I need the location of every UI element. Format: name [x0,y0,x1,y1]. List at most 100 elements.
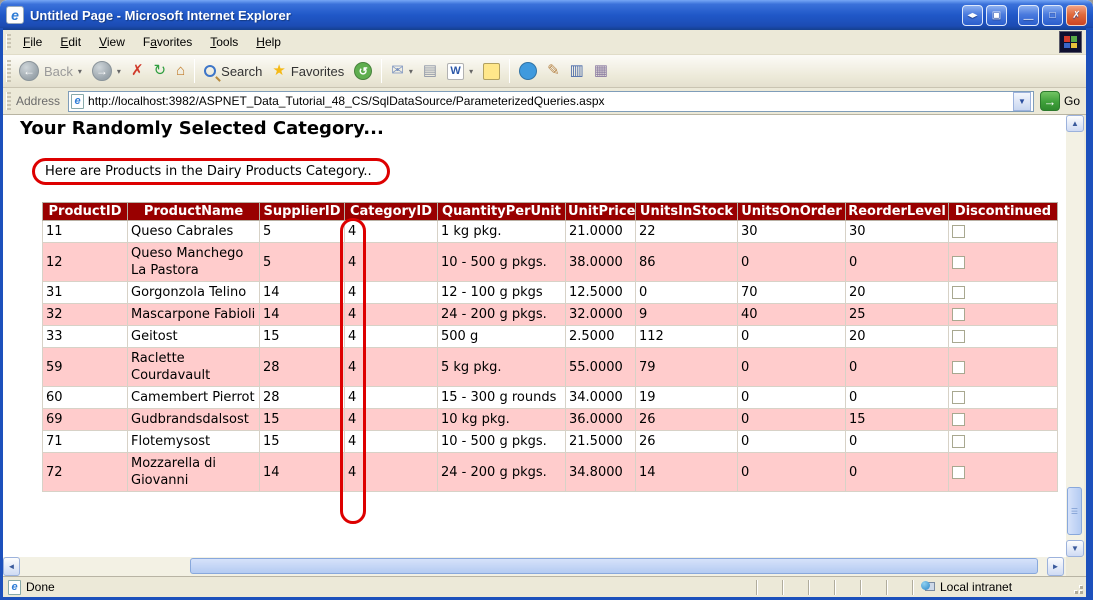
vertical-scroll-thumb[interactable]: ☰ [1067,487,1082,535]
refresh-icon: ↻ [154,63,167,79]
refresh-button[interactable]: ↻ [149,60,172,82]
column-header-unitprice: UnitPrice [566,203,636,221]
horizontal-scrollbar[interactable]: ◄ ► [3,557,1066,576]
table-cell: 21.5000 [566,431,636,453]
table-cell: 1 kg pkg. [438,221,566,243]
table-cell: 0 [738,326,846,348]
table-cell: 20 [846,282,949,304]
scroll-right-button[interactable]: ► [1047,557,1064,576]
discontinued-checkbox[interactable] [952,308,965,321]
table-cell: 14 [260,304,345,326]
discontinued-checkbox[interactable] [952,466,965,479]
stop-button[interactable]: ✗ [126,60,149,82]
address-bar: Address e http://localhost:3982/ASPNET_D… [3,88,1086,115]
close-button[interactable]: ✗ [1066,5,1087,26]
back-dropdown-icon[interactable]: ▾ [78,67,82,76]
category-label: Here are Products in the Dairy Products … [32,158,390,185]
mail-dropdown-icon[interactable]: ▾ [409,67,413,76]
minimize-button[interactable]: — [1018,5,1039,26]
table-cell: 19 [636,387,738,409]
table-cell: Mozzarella di Giovanni [128,453,260,492]
forward-dropdown-icon[interactable]: ▾ [117,67,121,76]
scroll-down-button[interactable]: ▼ [1066,540,1084,557]
search-button[interactable]: Search [199,61,267,82]
table-cell: 9 [636,304,738,326]
windows-throbber-icon [1059,31,1082,53]
menu-edit[interactable]: Edit [51,31,90,53]
popout-button[interactable]: ▣ [986,5,1007,26]
products-table: ProductIDProductNameSupplierIDCategoryID… [42,202,1058,492]
maximize-icon: □ [1049,10,1055,21]
discontinued-checkbox[interactable] [952,413,965,426]
toolbar-grip-handle[interactable] [6,60,11,82]
table-cell: 15 [260,326,345,348]
discontinued-checkbox[interactable] [952,286,965,299]
table-cell: Geitost [128,326,260,348]
address-dropdown-button[interactable]: ▼ [1013,92,1031,111]
menubar-grip-handle[interactable] [6,34,11,51]
print-icon: ▤ [423,63,437,79]
discontinued-checkbox[interactable] [952,256,965,269]
print-button[interactable]: ▤ [418,60,442,82]
toolbar: ←Back▾→▾✗ ↻⌂ Search★Favorites ↺ ✉▾ ▤ W▾ ✎▥▦ [3,55,1086,88]
menu-bar: FileEditViewFavoritesToolsHelp [3,30,1086,55]
column-header-reorderlevel: ReorderLevel [846,203,949,221]
table-cell: 4 [345,304,438,326]
home-button[interactable]: ⌂ [171,60,190,82]
discontinued-checkbox[interactable] [952,391,965,404]
table-cell: 4 [345,348,438,387]
discontinued-checkbox[interactable] [952,435,965,448]
table-cell: 33 [43,326,128,348]
status-bar: e Done Local intranet [3,576,1086,597]
forward-button[interactable]: →▾ [87,58,126,84]
discontinued-checkbox[interactable] [952,330,965,343]
status-done-pane: e Done [3,580,756,595]
table-row: 69Gudbrandsdalsost15410 kg pkg.36.000026… [43,409,1058,431]
table-cell: 0 [738,409,846,431]
title-bar[interactable]: e Untitled Page - Microsoft Internet Exp… [0,0,1093,30]
resize-grip[interactable] [1070,579,1084,595]
window-controls: ◂▸▣ — □ ✗ [962,5,1087,26]
notes-icon [483,63,500,80]
history-button[interactable]: ↺ [349,59,377,83]
favorites-button[interactable]: ★Favorites [267,60,349,82]
menu-favorites[interactable]: Favorites [134,31,201,53]
table-cell: Gudbrandsdalsost [128,409,260,431]
scrollbar-corner [1066,557,1084,576]
history-icon: ↺ [354,62,372,80]
menu-help[interactable]: Help [247,31,290,53]
window-title: Untitled Page - Microsoft Internet Explo… [30,8,962,23]
table-cell: 10 - 500 g pkgs. [438,243,566,282]
edit-word-dropdown-icon[interactable]: ▾ [469,67,473,76]
table-cell: 0 [738,431,846,453]
table-cell: 28 [260,348,345,387]
back-button[interactable]: ←Back▾ [14,58,87,84]
vertical-scrollbar[interactable]: ▲ ☰ ▼ [1066,115,1084,557]
pan-button[interactable]: ◂▸ [962,5,983,26]
messenger-button[interactable] [514,59,542,83]
research-button[interactable]: ✎ [542,60,565,82]
discontinued-checkbox[interactable] [952,225,965,238]
scroll-up-button[interactable]: ▲ [1066,115,1084,132]
maximize-button[interactable]: □ [1042,5,1063,26]
quick-links-button[interactable]: ▦ [589,60,613,82]
mail-button[interactable]: ✉▾ [386,60,418,82]
scroll-left-button[interactable]: ◄ [3,557,20,576]
menu-file[interactable]: File [14,31,51,53]
notes-button[interactable] [478,60,505,83]
horizontal-scroll-thumb[interactable] [190,558,1038,574]
menu-tools[interactable]: Tools [201,31,247,53]
ie-logo-icon: e [6,6,24,24]
address-book-button[interactable]: ▥ [565,60,589,82]
discontinued-checkbox[interactable] [952,361,965,374]
table-cell: Flotemysost [128,431,260,453]
table-cell-discontinued [949,326,1058,348]
table-cell: 70 [738,282,846,304]
menu-view[interactable]: View [90,31,134,53]
edit-word-button[interactable]: W▾ [442,60,478,83]
addressbar-grip-handle[interactable] [6,92,11,110]
table-row: 31Gorgonzola Telino14412 - 100 g pkgs12.… [43,282,1058,304]
go-button[interactable]: → Go [1040,91,1080,111]
address-input[interactable]: e http://localhost:3982/ASPNET_Data_Tuto… [68,91,1034,112]
table-cell: 32 [43,304,128,326]
